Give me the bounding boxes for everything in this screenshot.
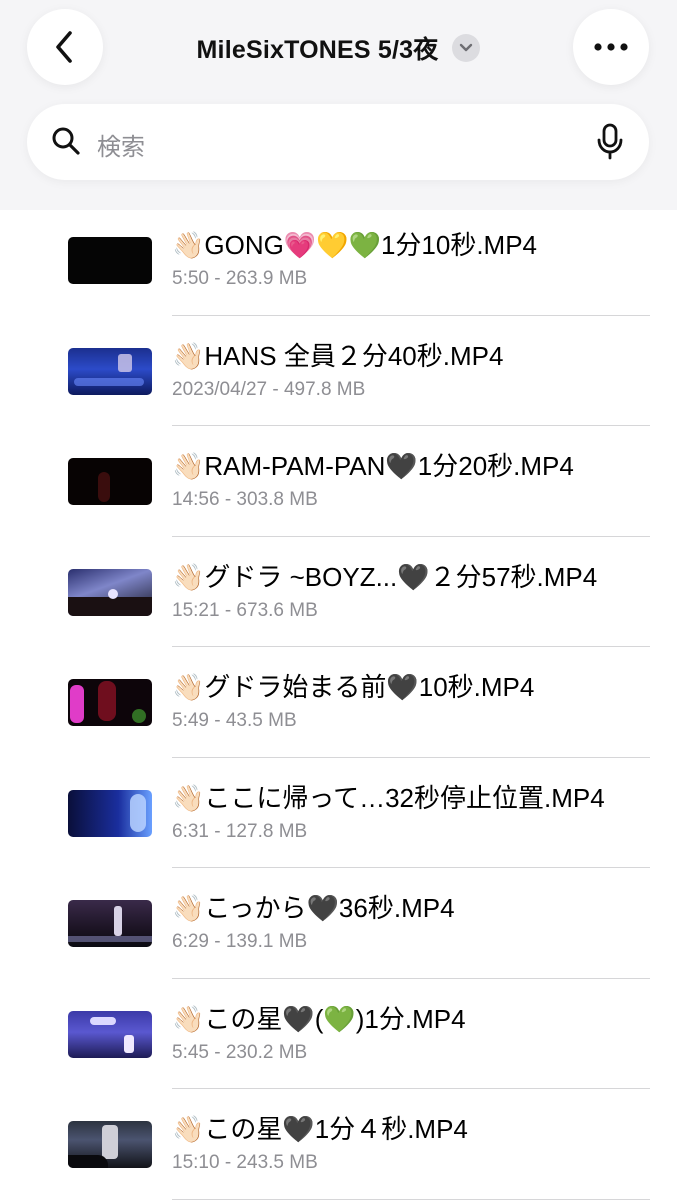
top-bar: MileSixTONES 5/3夜 検索: [0, 0, 677, 210]
page-title: MileSixTONES 5/3夜: [196, 36, 439, 64]
list-item[interactable]: 👋🏻グドラ ~BOYZ...🖤２分57秒.MP4 15:21 - 673.6 M…: [0, 537, 677, 647]
list-item[interactable]: 👋🏻こっから🖤36秒.MP4 6:29 - 139.1 MB: [0, 868, 677, 979]
chevron-down-icon: [460, 43, 473, 52]
file-list: 👋🏻GONG💗💛💚1分10秒.MP4 5:50 - 263.9 MB 👋🏻HAN…: [0, 205, 677, 1200]
video-thumbnail: [68, 900, 152, 947]
file-meta: 15:10 - 243.5 MB: [172, 1152, 318, 1173]
file-meta: 5:45 - 230.2 MB: [172, 1041, 308, 1063]
video-thumbnail: [68, 347, 152, 395]
file-meta: 2023/04/27 - 497.8 MB: [172, 378, 366, 400]
title-dropdown-button[interactable]: [452, 34, 481, 62]
file-meta: 6:31 - 127.8 MB: [172, 820, 308, 842]
file-name: 👋🏻グドラ始まる前🖤10秒.MP4: [172, 672, 535, 702]
ellipsis-icon: [594, 43, 628, 51]
file-name: 👋🏻ここに帰って…32秒停止位置.MP4: [172, 782, 605, 813]
file-meta: 5:50 - 263.9 MB: [172, 268, 308, 289]
file-meta: 5:49 - 43.5 MB: [172, 710, 297, 731]
file-name: 👋🏻この星🖤1分４秒.MP4: [172, 1114, 468, 1144]
file-meta: 15:21 - 673.6 MB: [172, 599, 318, 621]
file-name: 👋🏻GONG💗💛💚1分10秒.MP4: [172, 230, 538, 260]
file-name: 👋🏻RAM-PAM-PAN🖤1分20秒.MP4: [172, 451, 574, 481]
file-name: 👋🏻こっから🖤36秒.MP4: [172, 893, 455, 923]
video-thumbnail: [68, 237, 152, 284]
list-item[interactable]: 👋🏻HANS 全員２分40秒.MP4 2023/04/27 - 497.8 MB: [0, 316, 677, 426]
video-thumbnail: [68, 679, 152, 726]
file-name: 👋🏻この星🖤(💚)1分.MP4: [172, 1003, 466, 1034]
file-meta: 14:56 - 303.8 MB: [172, 489, 318, 510]
list-item[interactable]: 👋🏻ここに帰って…32秒停止位置.MP4 6:31 - 127.8 MB: [0, 758, 677, 868]
file-meta: 6:29 - 139.1 MB: [172, 931, 308, 952]
list-item[interactable]: 👋🏻GONG💗💛💚1分10秒.MP4 5:50 - 263.9 MB: [0, 205, 677, 316]
microphone-icon[interactable]: [597, 123, 623, 161]
list-item[interactable]: 👋🏻RAM-PAM-PAN🖤1分20秒.MP4 14:56 - 303.8 MB: [0, 426, 677, 537]
list-item[interactable]: 👋🏻グドラ始まる前🖤10秒.MP4 5:49 - 43.5 MB: [0, 647, 677, 758]
divider: [172, 1198, 650, 1200]
search-icon: [52, 127, 80, 155]
video-thumbnail: [68, 1121, 152, 1168]
file-name: 👋🏻グドラ ~BOYZ...🖤２分57秒.MP4: [172, 561, 598, 592]
video-thumbnail: [68, 789, 152, 837]
video-thumbnail: [68, 1010, 152, 1058]
search-placeholder: 検索: [97, 134, 145, 161]
file-name: 👋🏻HANS 全員２分40秒.MP4: [172, 340, 504, 371]
list-item[interactable]: 👋🏻この星🖤1分４秒.MP4 15:10 - 243.5 MB: [0, 1089, 677, 1200]
more-button[interactable]: [573, 9, 649, 85]
video-thumbnail: [68, 458, 152, 505]
list-item[interactable]: 👋🏻この星🖤(💚)1分.MP4 5:45 - 230.2 MB: [0, 979, 677, 1089]
search-field[interactable]: 検索: [27, 104, 649, 180]
video-thumbnail: [68, 568, 152, 616]
